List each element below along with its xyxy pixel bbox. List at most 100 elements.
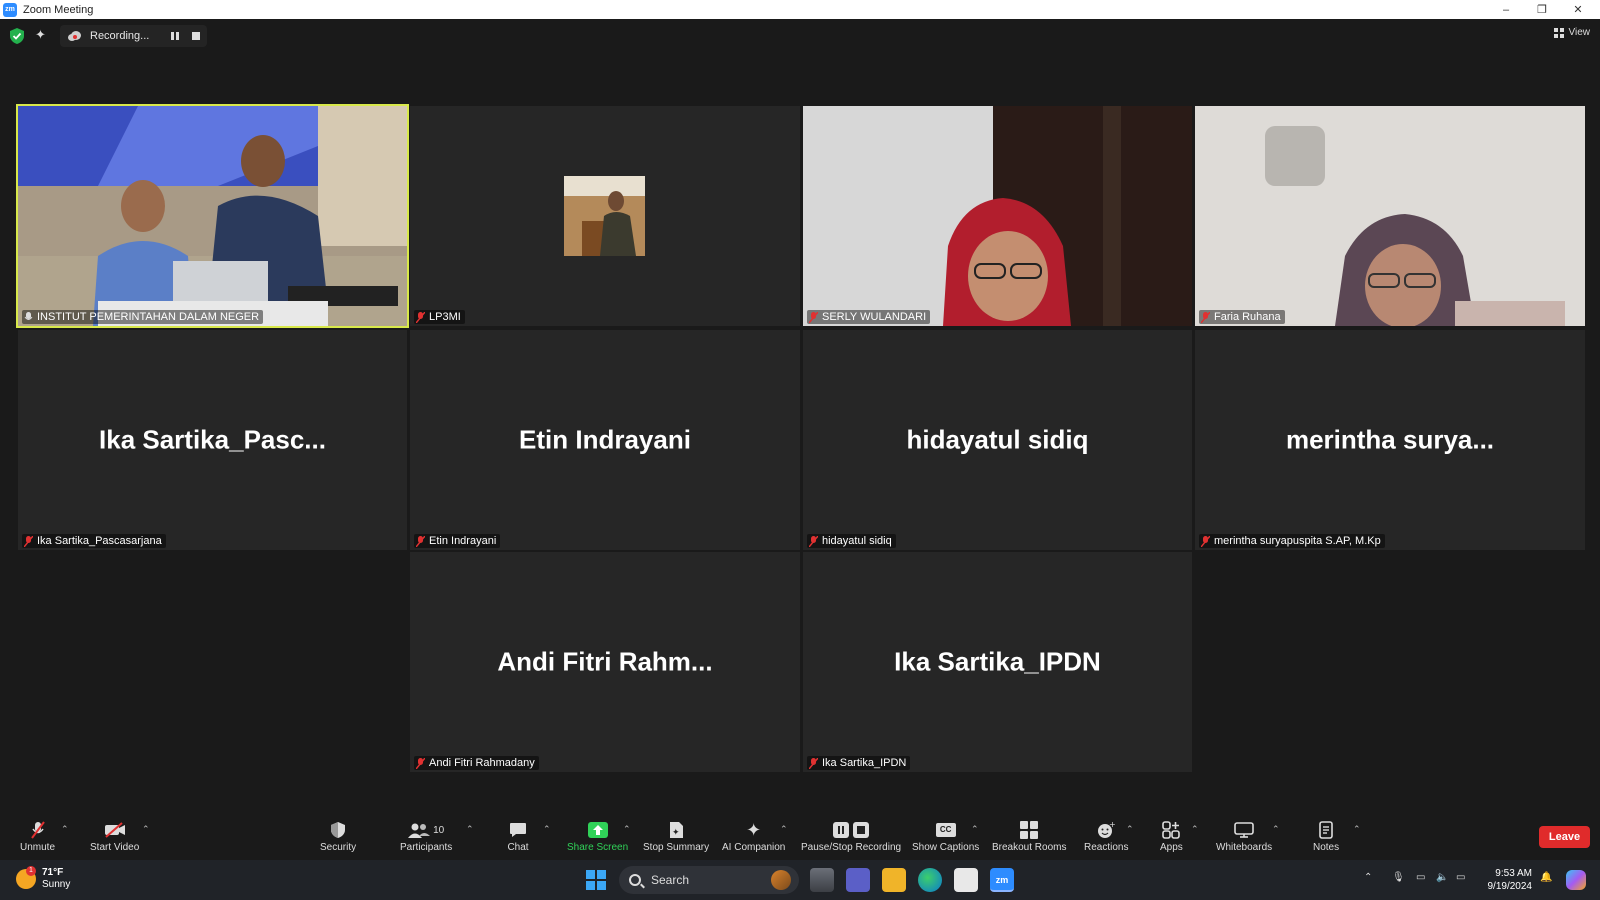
notification-badge: 1 [26, 866, 36, 876]
muted-mic-icon [30, 821, 45, 839]
participant-name: Andi Fitri Rahmadany [429, 757, 535, 769]
chat-icon [510, 823, 526, 837]
search-placeholder: Search [651, 873, 690, 887]
video-tile[interactable]: Ika Sartika_Pasc... Ika Sartika_Pascasar… [18, 330, 407, 550]
minimize-button[interactable]: – [1488, 0, 1524, 19]
tray-overflow-chevron-icon[interactable]: ⌃ [1364, 872, 1372, 883]
reactions-options-chevron-icon[interactable]: ⌃ [1126, 824, 1134, 835]
microphone-icon[interactable]: 🎙 [1392, 872, 1405, 883]
participant-name: Etin Indrayani [429, 535, 497, 547]
video-tile[interactable]: merintha surya... merintha suryapuspita … [1195, 330, 1585, 550]
video-tile[interactable]: Ika Sartika_IPDN Ika Sartika_IPDN [803, 552, 1192, 772]
ai-sparkle-icon[interactable]: ✦ [35, 28, 49, 42]
copilot-icon[interactable] [1566, 870, 1586, 890]
recording-indicator: Recording... [60, 25, 207, 47]
video-tile[interactable]: SERLY WULANDARI [803, 106, 1192, 326]
task-view-icon[interactable] [810, 868, 834, 892]
show-captions-button[interactable]: CC Show Captions [912, 820, 979, 853]
meeting-toolbar: Unmute ⌃ Start Video ⌃ Security 10 Parti… [0, 814, 1600, 860]
participant-name-tag: hidayatul sidiq [807, 534, 896, 548]
participant-name-tag: INSTITUT PEMERINTAHAN DALAM NEGER [22, 310, 264, 324]
stop-summary-button[interactable]: ✦ Stop Summary [643, 820, 709, 853]
chat-button[interactable]: Chat [507, 820, 529, 853]
taskbar-clock[interactable]: 9:53 AM 9/19/2024 [1470, 867, 1533, 893]
video-tile[interactable]: INSTITUT PEMERINTAHAN DALAM NEGER [16, 104, 409, 328]
windows-start-icon[interactable] [586, 870, 606, 890]
participant-name-tag: Andi Fitri Rahmadany [414, 756, 539, 770]
pause-recording-icon[interactable] [171, 32, 179, 40]
start-video-button[interactable]: Start Video [90, 820, 139, 853]
participant-display-name: Etin Indrayani [519, 424, 691, 455]
participant-name-tag: SERLY WULANDARI [807, 310, 931, 324]
restore-button[interactable]: ❐ [1524, 0, 1560, 19]
network-icon[interactable]: ▭ [1416, 872, 1425, 883]
video-options-chevron-icon[interactable]: ⌃ [142, 824, 150, 835]
reactions-button[interactable]: + Reactions [1084, 820, 1128, 853]
participants-icon [408, 823, 431, 838]
participants-options-chevron-icon[interactable]: ⌃ [466, 824, 474, 835]
apps-options-chevron-icon[interactable]: ⌃ [1191, 824, 1199, 835]
participant-display-name: Ika Sartika_Pasc... [99, 424, 326, 455]
ai-companion-chevron-icon[interactable]: ⌃ [780, 824, 788, 835]
clock-time: 9:53 AM [1495, 868, 1532, 879]
ai-companion-button[interactable]: ✦ AI Companion [722, 820, 786, 854]
chat-options-chevron-icon[interactable]: ⌃ [543, 824, 551, 835]
whiteboards-button[interactable]: Whiteboards [1216, 820, 1272, 853]
summary-document-icon: ✦ [670, 822, 684, 838]
participant-name: hidayatul sidiq [822, 535, 892, 547]
encryption-shield-icon[interactable] [10, 28, 24, 44]
unmute-button[interactable]: Unmute [20, 820, 55, 853]
muted-mic-icon [416, 757, 425, 769]
notifications-bell-icon[interactable]: 🔔 [1540, 872, 1552, 883]
captions-options-chevron-icon[interactable]: ⌃ [971, 824, 979, 835]
file-explorer-icon[interactable] [882, 868, 906, 892]
apps-label: Apps [1160, 842, 1183, 853]
close-button[interactable]: ✕ [1560, 0, 1596, 19]
participant-name: SERLY WULANDARI [822, 311, 927, 323]
video-tile[interactable]: Andi Fitri Rahm... Andi Fitri Rahmadany [410, 552, 800, 772]
battery-icon[interactable]: ▭ [1456, 872, 1465, 883]
participant-name: Faria Ruhana [1214, 311, 1281, 323]
pause-icon [833, 822, 850, 838]
video-tile[interactable]: hidayatul sidiq hidayatul sidiq [803, 330, 1192, 550]
edge-browser-icon[interactable] [918, 868, 942, 892]
audio-options-chevron-icon[interactable]: ⌃ [61, 824, 69, 835]
video-tile[interactable]: Etin Indrayani Etin Indrayani [410, 330, 800, 550]
whiteboards-label: Whiteboards [1216, 842, 1273, 853]
teams-icon[interactable] [846, 868, 870, 892]
weather-temperature: 71°F [42, 867, 64, 878]
security-button[interactable]: Security [320, 820, 356, 853]
notes-options-chevron-icon[interactable]: ⌃ [1353, 824, 1361, 835]
participant-name: INSTITUT PEMERINTAHAN DALAM NEGER [37, 311, 260, 323]
stop-recording-icon[interactable] [192, 32, 200, 40]
weather-widget[interactable]: 1 71°F Sunny [16, 866, 70, 891]
volume-icon[interactable]: 🔈 [1436, 872, 1448, 883]
zoom-app-icon[interactable]: zm [990, 868, 1014, 892]
participants-button[interactable]: 10 Participants [400, 820, 452, 853]
share-options-chevron-icon[interactable]: ⌃ [623, 824, 631, 835]
muted-mic-icon [1201, 535, 1210, 547]
taskbar-search[interactable]: Search [619, 866, 799, 894]
video-tile[interactable]: LP3MI [410, 106, 800, 326]
participant-name-tag: Ika Sartika_Pascasarjana [22, 534, 166, 548]
leave-button[interactable]: Leave [1539, 826, 1590, 848]
view-button[interactable]: View [1553, 27, 1591, 38]
microsoft-store-icon[interactable] [954, 868, 978, 892]
share-screen-button[interactable]: Share Screen [567, 820, 628, 853]
sun-icon: 1 [16, 866, 36, 889]
participants-label: Participants [400, 842, 453, 853]
participant-video [564, 176, 645, 256]
participant-video [803, 106, 1192, 326]
video-tile[interactable]: Faria Ruhana [1195, 106, 1585, 326]
apps-button[interactable]: Apps [1160, 820, 1183, 853]
ai-companion-label: AI Companion [722, 842, 786, 853]
whiteboards-options-chevron-icon[interactable]: ⌃ [1272, 824, 1280, 835]
pause-stop-recording-button[interactable]: Pause/Stop Recording [801, 820, 901, 853]
svg-text:✦: ✦ [672, 828, 680, 838]
breakout-rooms-button[interactable]: Breakout Rooms [992, 820, 1066, 853]
notes-icon [1319, 821, 1333, 839]
view-label: View [1568, 27, 1591, 38]
notes-button[interactable]: Notes [1313, 820, 1339, 853]
security-label: Security [320, 842, 357, 853]
stop-summary-label: Stop Summary [643, 842, 710, 853]
